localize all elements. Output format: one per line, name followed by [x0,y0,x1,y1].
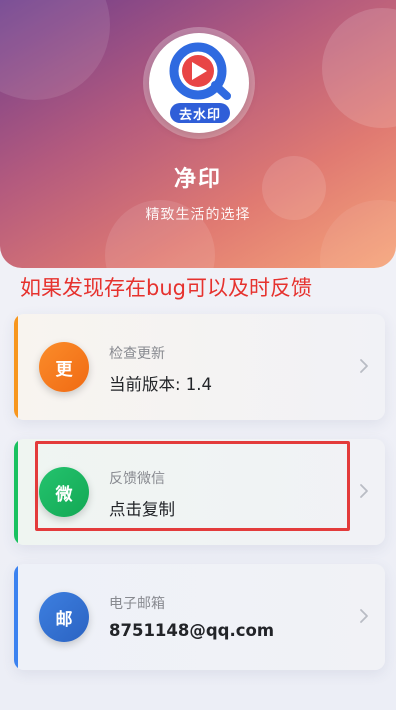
chevron-right-icon [357,481,371,501]
email-address: 8751148@qq.com [109,621,275,640]
card-accent-bar [14,314,18,420]
app-slogan: 精致生活的选择 [145,207,251,223]
profile-header: 去水印 净印 精致生活的选择 [0,0,396,268]
decor-bubble [0,0,110,100]
email-badge: 邮 [39,592,89,642]
card-accent-bar [14,439,18,545]
logo-badge: 去水印 [170,103,230,123]
app-name: 净印 [173,167,222,192]
play-logo-icon [169,42,231,100]
about-page: 去水印 净印 精致生活的选择 如果发现存在bug可以及时反馈 更 检查更新 当前… [0,0,396,710]
check-update-card[interactable]: 更 检查更新 当前版本: 1.4 [14,314,385,420]
card-accent-bar [14,564,18,670]
decor-bubble [322,8,396,128]
card-subtitle: 检查更新 [109,346,165,362]
email-card[interactable]: 邮 电子邮箱 8751148@qq.com [14,564,385,670]
app-logo-ring: 去水印 [143,27,255,139]
chevron-right-icon [357,356,371,376]
app-logo: 去水印 [149,33,249,133]
wechat-feedback-card[interactable]: 微 反馈微信 点击复制 [14,439,385,545]
card-subtitle: 电子邮箱 [109,596,165,612]
wechat-badge: 微 [39,467,89,517]
update-badge: 更 [39,342,89,392]
card-subtitle: 反馈微信 [109,471,165,487]
bug-feedback-notice: 如果发现存在bug可以及时反馈 [20,276,312,300]
current-version: 当前版本: 1.4 [109,375,213,394]
copy-wechat-button[interactable]: 点击复制 [109,496,175,520]
chevron-right-icon [357,606,371,626]
